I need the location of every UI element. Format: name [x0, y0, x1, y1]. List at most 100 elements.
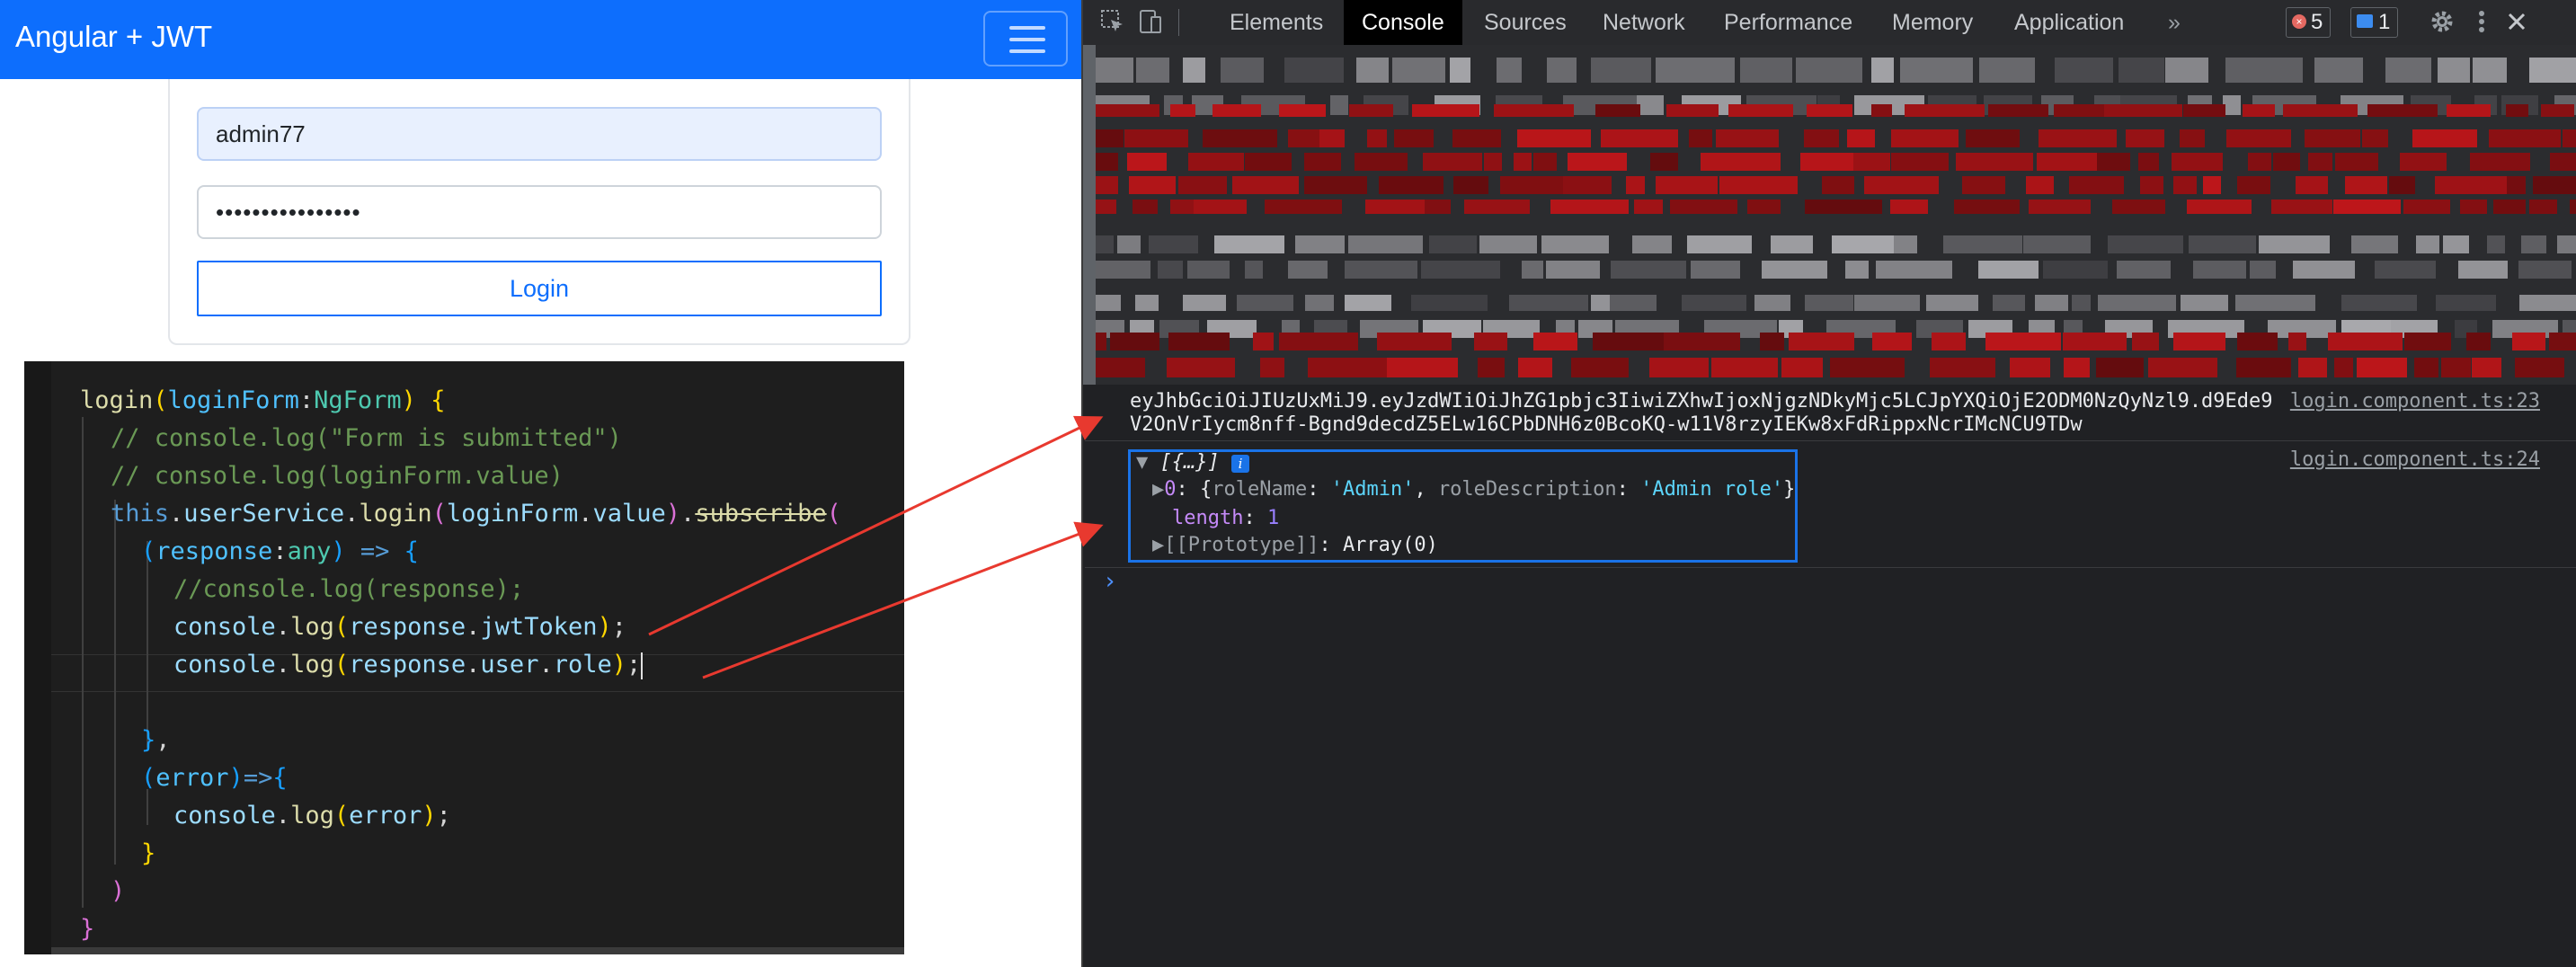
code-token: . [275, 651, 291, 679]
redacted-pixel-block [1649, 358, 1709, 377]
redacted-pixel-block [1518, 358, 1552, 377]
login-button[interactable]: Login [197, 261, 882, 316]
message-count-badge[interactable]: 1 [2350, 7, 2399, 38]
redacted-pixel-block [1110, 333, 1159, 350]
code-token: subscribe [695, 500, 827, 528]
redacted-pixel-block [1905, 104, 1985, 117]
array-summary-row[interactable]: ▼ [{…}] i [1136, 449, 1249, 476]
redacted-pixel-block [1610, 295, 1657, 311]
tab-console[interactable]: Console [1344, 0, 1462, 45]
menu-toggle-button[interactable] [983, 11, 1068, 67]
redacted-pixel-block [1701, 153, 1781, 171]
redacted-pixel-block [2460, 200, 2487, 214]
error-count-badge[interactable]: × 5 [2286, 7, 2332, 38]
redacted-pixel-block [2541, 104, 2574, 117]
redacted-pixel-block [1943, 235, 2022, 253]
array-prototype-row[interactable]: ▶[[Prototype]]: Array(0) [1152, 532, 1438, 559]
redacted-pixel-block [2335, 153, 2378, 171]
code-line: } [141, 836, 155, 872]
redacted-pixel-block [2117, 261, 2171, 279]
redacted-pixel-block [1136, 58, 1169, 83]
redacted-pixel-block [2043, 261, 2108, 279]
redacted-pixel-block [1253, 333, 1274, 350]
redacted-pixel-block [1930, 358, 1995, 377]
redacted-pixel-block [1760, 333, 1784, 350]
close-icon[interactable] [2503, 8, 2530, 35]
redacted-pixel-block [2328, 333, 2403, 350]
code-token: { [272, 764, 288, 792]
redacted-pixel-block [1295, 235, 1345, 253]
info-icon[interactable]: i [1230, 455, 1249, 473]
redacted-pixel-block [1348, 235, 1423, 253]
redacted-pixel-block [1872, 333, 1912, 350]
tab-sources[interactable]: Sources [1466, 0, 1585, 45]
redacted-pixel-block [1183, 295, 1226, 311]
redacted-pixel-block [1716, 129, 1779, 147]
redacted-pixel-block [1593, 333, 1664, 350]
code-token: ) [228, 764, 244, 792]
redacted-pixel-block [2250, 261, 2276, 279]
redacted-pixel-block [1214, 235, 1284, 253]
code-token: ( [333, 802, 350, 829]
redacted-pixel-block [1474, 333, 1507, 350]
console-prompt[interactable]: › [1103, 568, 1117, 595]
redacted-pixel-block [2506, 104, 2528, 117]
redacted-pixel-block [2298, 358, 2327, 377]
redacted-pixel-block [1345, 295, 1391, 311]
tab-memory[interactable]: Memory [1874, 0, 1991, 45]
tab-performance[interactable]: Performance [1706, 0, 1870, 45]
redacted-pixel-block [2362, 129, 2388, 147]
redacted-pixel-block [1305, 295, 1334, 311]
redacted-pixel-block [1522, 261, 1543, 279]
console-scrollbar[interactable] [1083, 45, 1096, 385]
redacted-pixel-block [1478, 358, 1505, 377]
kebab-menu-icon[interactable] [2468, 8, 2495, 35]
tab-network[interactable]: Network [1585, 0, 1703, 45]
code-token: log [290, 613, 334, 641]
redacted-pixel-block [1771, 235, 1813, 253]
code-token: // console.log("Form is submitted") [111, 424, 622, 452]
tab-application[interactable]: Application [1996, 0, 2142, 45]
jwt-source-link[interactable]: login.component.ts:23 [2290, 390, 2540, 413]
tab-elements[interactable]: Elements [1212, 0, 1341, 45]
redacted-pixel-block [2296, 176, 2328, 194]
code-line: console.log(response.user.role); [173, 647, 644, 683]
redacted-pixel-block [1687, 235, 1752, 253]
array-item-0[interactable]: ▶0: {roleName: 'Admin', roleDescription:… [1152, 476, 1795, 503]
code-line: (error)=>{ [141, 760, 288, 796]
redacted-pixel-block [2236, 358, 2291, 377]
redacted-pixel-block [2112, 200, 2165, 214]
redacted-pixel-block [1367, 129, 1387, 147]
redacted-pixel-block [2489, 129, 2561, 147]
redacted-pixel-block [2436, 295, 2496, 311]
redacted-pixel-block [2441, 358, 2471, 377]
redacted-pixel-block [2293, 261, 2355, 279]
redacted-pixel-block [1864, 176, 1939, 194]
redacted-pixel-block [2259, 235, 2330, 253]
redacted-pixel-block [2345, 176, 2387, 194]
redacted-pixel-block [1484, 153, 1502, 171]
redacted-pixel-block [1533, 153, 1557, 171]
more-tabs-button[interactable]: » [2150, 0, 2198, 45]
redacted-pixel-block [2400, 153, 2447, 171]
editor-scrollbar[interactable] [51, 947, 904, 954]
redacted-pixel-block [2435, 176, 2507, 194]
redacted-pixel-block [1719, 176, 1798, 194]
redacted-pixel-block [1127, 153, 1167, 171]
device-toolbar-icon[interactable] [1137, 8, 1164, 35]
username-input[interactable] [197, 107, 882, 161]
redacted-pixel-block [1517, 129, 1591, 147]
redacted-pixel-block [1178, 176, 1227, 194]
redacted-pixel-block [2466, 333, 2491, 350]
redacted-pixel-block [2473, 58, 2507, 83]
redacted-pixel-block [1533, 333, 1577, 350]
navbar-brand[interactable]: Angular + JWT [15, 20, 212, 54]
redacted-pixel-block [1988, 104, 2048, 117]
redacted-pixel-block [1304, 153, 1341, 171]
role-source-link[interactable]: login.component.ts:24 [2290, 448, 2540, 471]
settings-gear-icon[interactable] [2429, 8, 2456, 35]
redacted-pixel-block [2187, 200, 2252, 214]
inspect-element-icon[interactable] [1099, 8, 1126, 35]
password-input[interactable] [197, 185, 882, 239]
